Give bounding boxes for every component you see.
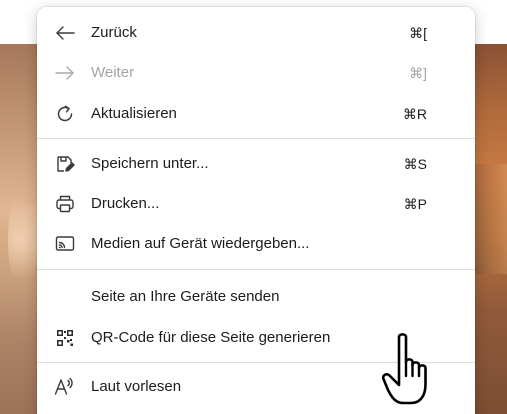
- menu-divider: [37, 269, 475, 270]
- menu-item-label: Weiter: [91, 64, 135, 81]
- menu-item-print[interactable]: Drucken... ⌘P: [37, 185, 475, 223]
- menu-item-label: QR-Code für diese Seite generieren: [91, 329, 331, 346]
- background-photo-right: [473, 44, 507, 414]
- menu-item-refresh[interactable]: Aktualisieren ⌘R: [37, 95, 475, 133]
- shortcut-label: ⌘]: [409, 65, 427, 81]
- menu-item-cast-media[interactable]: Medien auf Gerät wiedergeben...: [37, 225, 475, 263]
- menu-item-label: Speichern unter...: [91, 155, 209, 172]
- shortcut-label: ⌘[: [409, 25, 427, 41]
- read-aloud-icon: [54, 376, 76, 398]
- menu-item-back[interactable]: Zurück ⌘[: [37, 14, 475, 52]
- shortcut-label: ⌘P: [403, 196, 427, 212]
- menu-divider: [37, 138, 475, 139]
- menu-item-label: Aktualisieren: [91, 105, 177, 122]
- menu-item-save-as[interactable]: Speichern unter... ⌘S: [37, 145, 475, 183]
- cast-icon: [54, 233, 76, 255]
- menu-item-send-to-devices[interactable]: Seite an Ihre Geräte senden: [37, 278, 475, 316]
- shortcut-label: ⌘R: [402, 106, 427, 122]
- arrow-right-icon: [54, 62, 76, 84]
- menu-item-forward[interactable]: Weiter ⌘]: [37, 54, 475, 92]
- menu-item-label: Drucken...: [91, 195, 160, 212]
- menu-item-label: Seite an Ihre Geräte senden: [91, 288, 280, 305]
- arrow-left-icon: [54, 22, 76, 44]
- menu-item-label: Medien auf Gerät wiedergeben...: [91, 235, 310, 252]
- refresh-icon: [54, 103, 76, 125]
- qr-code-icon: [54, 327, 76, 349]
- print-icon: [54, 193, 76, 215]
- save-as-icon: [54, 153, 76, 175]
- menu-item-label: Zurück: [91, 24, 137, 41]
- hand-pointer-icon: [381, 332, 441, 410]
- menu-item-label: Laut vorlesen: [91, 378, 182, 395]
- shortcut-label: ⌘S: [403, 156, 427, 172]
